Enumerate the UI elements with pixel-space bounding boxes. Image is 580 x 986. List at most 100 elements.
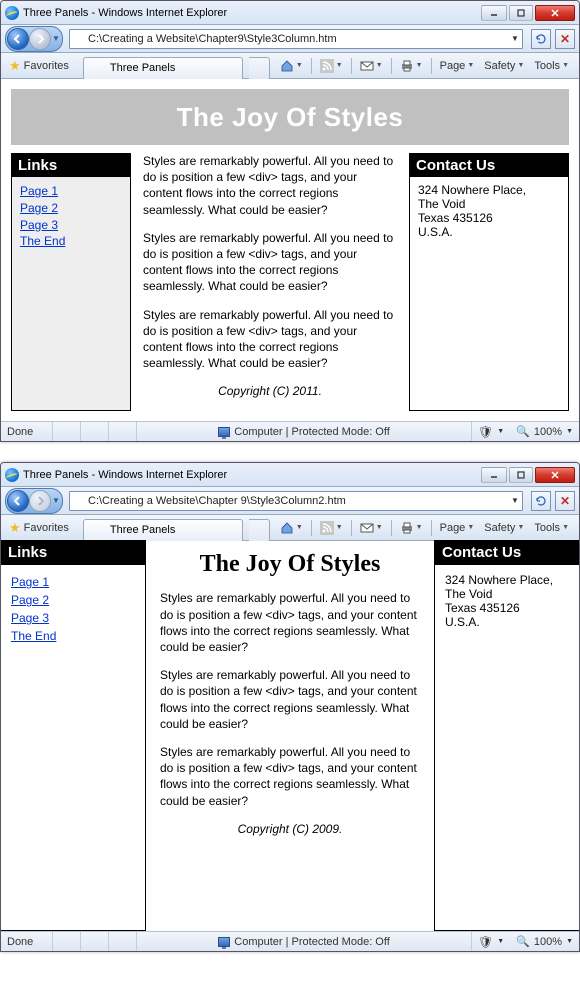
home-button[interactable]: ▼ xyxy=(276,57,307,75)
forward-button[interactable] xyxy=(29,28,51,50)
safety-menu[interactable]: Safety▼ xyxy=(480,58,528,74)
home-button[interactable]: ▼ xyxy=(276,519,307,537)
address-input[interactable] xyxy=(86,493,508,509)
nav-button-group: ▼ xyxy=(5,26,63,52)
contact-title: Contact Us xyxy=(410,154,568,177)
mail-button[interactable]: ▼ xyxy=(356,57,387,75)
address-dropdown[interactable]: ▼ xyxy=(508,496,522,505)
favorites-label: Favorites xyxy=(24,60,69,72)
new-tab-button[interactable] xyxy=(249,57,270,79)
nav-history-dropdown[interactable]: ▼ xyxy=(51,34,61,43)
zoom-icon[interactable]: 🔍 xyxy=(516,935,530,948)
print-icon xyxy=(400,521,414,535)
sidebar-link[interactable]: The End xyxy=(20,233,122,250)
favorites-label: Favorites xyxy=(24,522,69,534)
address-dropdown[interactable]: ▼ xyxy=(508,34,522,43)
contact-sidebar: Contact Us 324 Nowhere Place, The Void T… xyxy=(409,153,569,411)
feeds-icon xyxy=(320,521,334,535)
mail-button[interactable]: ▼ xyxy=(356,519,387,537)
body-paragraph: Styles are remarkably powerful. All you … xyxy=(143,307,397,372)
tab-label: Three Panels xyxy=(110,524,175,536)
back-button[interactable] xyxy=(7,490,29,512)
body-paragraph: Styles are remarkably powerful. All you … xyxy=(160,744,420,809)
minimize-button[interactable] xyxy=(481,467,507,483)
zoom-icon[interactable]: 🔍 xyxy=(516,425,530,438)
stop-button[interactable]: ✕ xyxy=(555,491,575,511)
body-paragraph: Styles are remarkably powerful. All you … xyxy=(160,590,420,655)
sidebar-link[interactable]: Page 2 xyxy=(20,200,122,217)
print-button[interactable]: ▼ xyxy=(396,57,427,75)
refresh-button[interactable] xyxy=(531,491,551,511)
tab-label: Three Panels xyxy=(110,62,175,74)
print-icon xyxy=(400,59,414,73)
tab-active[interactable]: Three Panels xyxy=(83,519,243,541)
contact-line: The Void xyxy=(418,197,560,211)
tools-menu[interactable]: Tools▼ xyxy=(530,58,573,74)
zoom-value: 100% xyxy=(534,936,562,948)
page-label: Page xyxy=(440,60,466,72)
print-button[interactable]: ▼ xyxy=(396,519,427,537)
nav-button-group: ▼ xyxy=(5,488,63,514)
computer-icon xyxy=(218,937,230,947)
ie-icon xyxy=(5,468,19,482)
page-icon xyxy=(72,33,84,45)
refresh-button[interactable] xyxy=(531,29,551,49)
sidebar-link[interactable]: Page 3 xyxy=(20,217,122,234)
page-menu[interactable]: Page▼ xyxy=(436,58,479,74)
close-button[interactable] xyxy=(535,467,575,483)
favorites-row: ★ Favorites Three Panels ▼ ▼ ▼ ▼ Page▼ S… xyxy=(1,515,579,541)
back-button[interactable] xyxy=(7,28,29,50)
maximize-button[interactable] xyxy=(509,5,533,21)
maximize-button[interactable] xyxy=(509,467,533,483)
tools-menu[interactable]: Tools▼ xyxy=(530,520,573,536)
favorites-button[interactable]: ★ Favorites xyxy=(1,56,77,76)
page-menu[interactable]: Page▼ xyxy=(436,520,479,536)
sidebar-link[interactable]: Page 2 xyxy=(11,591,135,609)
contact-line: The Void xyxy=(445,587,569,601)
window-title: Three Panels - Windows Internet Explorer xyxy=(23,469,227,481)
ie-icon xyxy=(94,62,106,74)
tab-active[interactable]: Three Panels xyxy=(83,57,243,79)
sidebar-link[interactable]: Page 1 xyxy=(11,573,135,591)
safety-menu[interactable]: Safety▼ xyxy=(480,520,528,536)
contact-line: U.S.A. xyxy=(418,225,560,239)
close-button[interactable] xyxy=(535,5,575,21)
mail-icon xyxy=(360,521,374,535)
copyright-text: Copyright (C) 2009. xyxy=(160,821,420,837)
sidebar-link[interactable]: Page 1 xyxy=(20,183,122,200)
stop-button[interactable]: ✕ xyxy=(555,29,575,49)
safety-label: Safety xyxy=(484,60,515,72)
contact-line: Texas 435126 xyxy=(445,601,569,615)
feeds-button[interactable]: ▼ xyxy=(316,57,347,75)
star-icon: ★ xyxy=(9,520,21,536)
minimize-button[interactable] xyxy=(481,5,507,21)
status-mode: Computer | Protected Mode: Off xyxy=(234,936,390,948)
nav-history-dropdown[interactable]: ▼ xyxy=(51,496,61,505)
mail-icon xyxy=(360,59,374,73)
contact-line: U.S.A. xyxy=(445,615,569,629)
status-bar: Done Computer | Protected Mode: Off 🛡▼ 🔍… xyxy=(1,421,579,441)
contact-title: Contact Us xyxy=(434,540,580,565)
security-icon[interactable]: 🛡 xyxy=(478,935,493,949)
sidebar-link[interactable]: The End xyxy=(11,627,135,645)
tools-label: Tools xyxy=(534,522,560,534)
ie-icon xyxy=(5,6,19,20)
address-input[interactable] xyxy=(86,31,508,47)
contact-sidebar: Contact Us 324 Nowhere Place, The Void T… xyxy=(434,541,579,931)
sidebar-link[interactable]: Page 3 xyxy=(11,609,135,627)
contact-line: 324 Nowhere Place, xyxy=(445,573,569,587)
banner-heading: The Joy Of Styles xyxy=(11,89,569,145)
ie-icon xyxy=(94,524,106,536)
navigation-row: ▼ ▼ ✕ xyxy=(1,25,579,53)
star-icon: ★ xyxy=(9,58,21,74)
favorites-row: ★ Favorites Three Panels ▼ ▼ ▼ ▼ Page▼ S… xyxy=(1,53,579,79)
favorites-button[interactable]: ★ Favorites xyxy=(1,518,77,538)
forward-button[interactable] xyxy=(29,490,51,512)
zoom-value: 100% xyxy=(534,426,562,438)
new-tab-button[interactable] xyxy=(249,519,270,541)
security-icon[interactable]: 🛡 xyxy=(478,425,493,439)
feeds-button[interactable]: ▼ xyxy=(316,519,347,537)
home-icon xyxy=(280,59,294,73)
safety-label: Safety xyxy=(484,522,515,534)
command-bar: ▼ ▼ ▼ ▼ Page▼ Safety▼ Tools▼ xyxy=(276,519,579,537)
